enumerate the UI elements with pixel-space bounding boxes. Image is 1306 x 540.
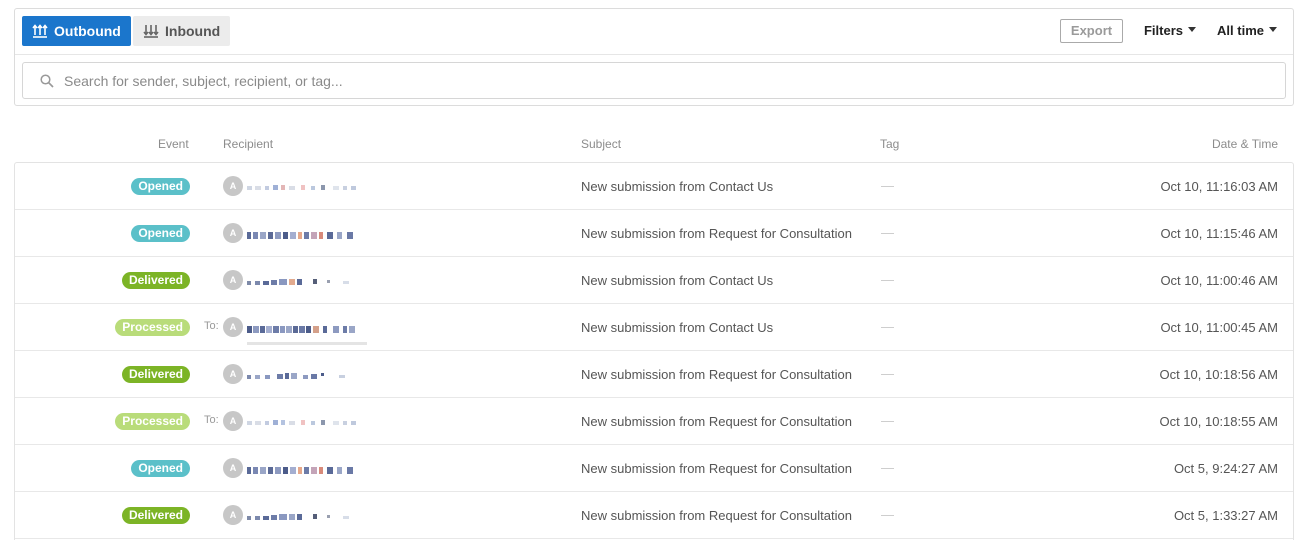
email-datetime: Oct 5, 1:33:27 AM (1173, 508, 1278, 523)
avatar: A (223, 176, 243, 196)
search-input[interactable] (62, 63, 1262, 98)
recipient-redacted (247, 216, 367, 251)
table-row[interactable]: Opened A New submission from Contact Us … (15, 163, 1293, 210)
search-icon (40, 74, 54, 88)
recipient-redacted (247, 404, 367, 439)
recipient-redacted (247, 310, 367, 345)
email-datetime: Oct 10, 10:18:55 AM (1159, 414, 1278, 429)
recipient-redacted (247, 498, 367, 533)
time-range-dropdown[interactable]: All time (1217, 19, 1277, 43)
redacted-recipient-image (247, 232, 353, 239)
avatar: A (223, 270, 243, 290)
export-button[interactable]: Export (1060, 19, 1123, 43)
redacted-recipient-image (247, 279, 349, 285)
email-datetime: Oct 10, 11:00:46 AM (1160, 273, 1278, 288)
chevron-down-icon (1188, 27, 1196, 33)
status-badge: Delivered (121, 272, 190, 289)
recipient-redacted (247, 263, 367, 298)
redacted-recipient-image (247, 185, 356, 190)
avatar: A (223, 223, 243, 243)
table-row[interactable]: Opened A New submission from Request for… (15, 445, 1293, 492)
search-bar (22, 62, 1286, 99)
table-row[interactable]: Processed To: A New submission from Cont… (15, 304, 1293, 351)
redacted-recipient-image (247, 514, 349, 520)
email-tag: — (881, 366, 894, 381)
column-header-subject[interactable]: Subject (581, 137, 621, 151)
to-label: To: (204, 320, 219, 332)
email-tag: — (881, 460, 894, 475)
activity-filter-panel: Outbound Inbound Export Filters All time… (14, 8, 1294, 106)
filters-dropdown[interactable]: Filters (1144, 19, 1196, 43)
redacted-recipient-image (247, 420, 356, 425)
email-datetime: Oct 10, 11:16:03 AM (1160, 179, 1278, 194)
email-datetime: Oct 10, 11:15:46 AM (1160, 226, 1278, 241)
avatar: A (223, 411, 243, 431)
email-subject: New submission from Contact Us (581, 320, 774, 335)
column-header-event[interactable]: Event (158, 137, 189, 151)
outbound-tab-label: Outbound (54, 23, 121, 39)
email-tag: — (881, 225, 894, 240)
inbound-icon (143, 25, 159, 38)
table-row[interactable]: Opened A New submission from Request for… (15, 210, 1293, 257)
table-row[interactable]: Delivered A New submission from Request … (15, 351, 1293, 398)
recipient-redacted (247, 357, 367, 392)
column-header-datetime[interactable]: Date & Time (1212, 137, 1278, 151)
status-badge: Opened (131, 460, 190, 477)
email-tag: — (881, 319, 894, 334)
email-subject: New submission from Request for Consulta… (581, 508, 852, 523)
avatar: A (223, 458, 243, 478)
email-subject: New submission from Request for Consulta… (581, 461, 852, 476)
email-datetime: Oct 10, 10:18:56 AM (1159, 367, 1278, 382)
status-badge: Opened (131, 225, 190, 242)
email-subject: New submission from Contact Us (581, 273, 774, 288)
email-datetime: Oct 5, 9:24:27 AM (1173, 461, 1278, 476)
email-tag: — (881, 178, 894, 193)
inbound-tab[interactable]: Inbound (133, 16, 231, 46)
chevron-down-icon (1269, 27, 1277, 33)
to-label: To: (204, 414, 219, 426)
recipient-redacted (247, 451, 367, 486)
avatar: A (223, 364, 243, 384)
column-header-recipient[interactable]: Recipient (223, 137, 273, 151)
status-badge: Processed (115, 413, 190, 430)
redacted-recipient-image (247, 467, 353, 474)
email-tag: — (881, 272, 894, 287)
status-badge: Delivered (121, 507, 190, 524)
activity-table: Opened A New submission from Contact Us … (14, 162, 1294, 540)
outbound-tab[interactable]: Outbound (22, 16, 131, 46)
filters-label: Filters (1143, 23, 1183, 38)
email-subject: New submission from Request for Consulta… (581, 367, 852, 382)
redacted-recipient-image (247, 326, 355, 333)
status-badge: Opened (131, 178, 190, 195)
status-badge: Processed (115, 319, 190, 336)
email-subject: New submission from Request for Consulta… (581, 226, 852, 241)
status-badge: Delivered (121, 366, 190, 383)
table-row[interactable]: Delivered A New submission from Contact … (15, 257, 1293, 304)
email-subject: New submission from Request for Consulta… (581, 414, 852, 429)
email-tag: — (881, 507, 894, 522)
recipient-redacted (247, 169, 367, 204)
redacted-recipient-image (247, 373, 345, 379)
inbound-tab-label: Inbound (165, 23, 221, 39)
column-header-tag[interactable]: Tag (880, 137, 899, 151)
outbound-icon (32, 24, 48, 38)
avatar: A (223, 505, 243, 525)
email-tag: — (881, 413, 894, 428)
avatar: A (223, 317, 243, 337)
table-row[interactable]: Delivered A New submission from Request … (15, 492, 1293, 539)
email-subject: New submission from Contact Us (581, 179, 774, 194)
toolbar: Outbound Inbound Export Filters All time (15, 9, 1293, 55)
table-row[interactable]: Processed To: A New submission from Requ… (15, 398, 1293, 445)
time-range-label: All time (1217, 23, 1264, 38)
email-datetime: Oct 10, 11:00:45 AM (1160, 320, 1278, 335)
